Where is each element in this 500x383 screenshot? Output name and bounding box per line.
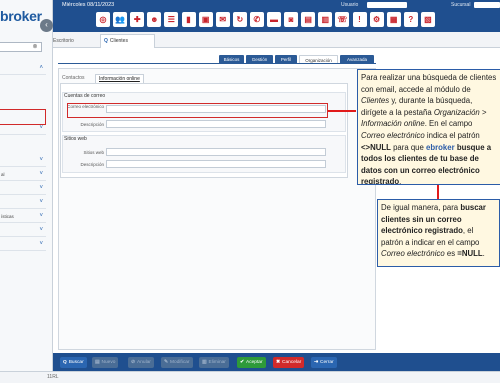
- calendar-icon[interactable]: ▧: [420, 12, 435, 27]
- sidebar-item[interactable]: ísticas ˅: [0, 212, 46, 223]
- mail-icon[interactable]: ✉: [215, 12, 230, 27]
- tasks-icon[interactable]: ☰: [164, 12, 179, 27]
- divider: [58, 63, 376, 64]
- document-icon[interactable]: ▤: [301, 12, 316, 27]
- new-button[interactable]: ▤ Nuevo: [92, 357, 119, 368]
- exit-icon: ⇥: [314, 360, 319, 365]
- message-icon[interactable]: ✆: [249, 12, 264, 27]
- current-date: Miércoles 08/11/2023: [62, 2, 115, 8]
- callout-connector: [437, 185, 439, 199]
- web-description-field[interactable]: [106, 160, 326, 168]
- chevron-down-icon: ˅: [39, 185, 43, 191]
- chevron-down-icon: ˅: [39, 171, 43, 177]
- tab-contactos[interactable]: Contactos: [62, 75, 85, 81]
- user-group-icon[interactable]: ☻: [147, 12, 162, 27]
- chevron-down-icon: ˅: [39, 157, 43, 163]
- delete-icon: ▥: [202, 360, 207, 365]
- status-bar: [0, 371, 500, 383]
- help-callout: Para realizar una búsqueda de clientes c…: [357, 69, 500, 185]
- sidebar-item[interactable]: ˅: [0, 184, 46, 195]
- alert-icon[interactable]: !: [352, 12, 367, 27]
- search-icon: Q: [104, 38, 108, 44]
- refresh-icon[interactable]: ↻: [232, 12, 247, 27]
- cancel-icon: ⊘: [131, 360, 136, 365]
- x-icon: ✖: [276, 360, 281, 365]
- chevron-down-icon: ˅: [39, 213, 43, 219]
- cancel-button[interactable]: ✖ Cancelar: [273, 357, 305, 368]
- sites-field[interactable]: [106, 148, 326, 156]
- inbox-icon[interactable]: ▣: [198, 12, 213, 27]
- sidebar-item[interactable]: ˄: [0, 64, 46, 75]
- edit-icon: ✎: [164, 360, 169, 365]
- delete-button[interactable]: ▥ Eliminar: [199, 357, 229, 368]
- report-icon[interactable]: ▥: [318, 12, 333, 27]
- modify-button[interactable]: ✎ Modificar: [161, 357, 193, 368]
- check-icon: ✔: [240, 360, 245, 365]
- target-icon[interactable]: ◎: [96, 12, 110, 27]
- accept-button[interactable]: ✔ Aceptar: [237, 357, 266, 368]
- users-icon[interactable]: 👥: [113, 12, 128, 27]
- chevron-down-icon: ˅: [39, 227, 43, 233]
- settings-icon[interactable]: ⚙: [369, 12, 384, 27]
- user-field[interactable]: [367, 2, 407, 8]
- help-callout-null: De igual manera, para buscar clientes si…: [377, 199, 500, 267]
- sidebar-item[interactable]: ˅: [0, 240, 46, 251]
- sidebar-item[interactable]: al ˅: [0, 170, 46, 181]
- sidebar-item-clientes-highlight[interactable]: [0, 109, 46, 125]
- sidebar-item[interactable]: ˅: [0, 198, 46, 209]
- new-icon: ▤: [95, 360, 100, 365]
- sidebar-item[interactable]: ˅: [0, 226, 46, 237]
- tab-clientes[interactable]: Q Clientes: [100, 34, 155, 48]
- chevron-down-icon: ˅: [39, 199, 43, 205]
- sites-label: Sitios web: [83, 150, 104, 155]
- search-icon: Q: [63, 360, 67, 365]
- tab-informacion-online[interactable]: Información online: [95, 74, 144, 83]
- email-group-title: Cuentas de correo: [64, 93, 106, 99]
- callout-connector: [328, 110, 356, 112]
- chevron-down-icon: ˅: [39, 241, 43, 247]
- email-field-highlight: [67, 103, 328, 118]
- web-description-label: Descripción: [80, 162, 104, 167]
- chevron-up-icon: ˄: [39, 65, 43, 71]
- grid-icon[interactable]: ▦: [386, 12, 401, 27]
- email-description-label: Descripción: [80, 122, 104, 127]
- sidebar-item[interactable]: ˅: [0, 156, 46, 167]
- collapse-sidebar-button[interactable]: ‹: [40, 19, 53, 32]
- clear-search-icon[interactable]: ⊗: [31, 43, 39, 51]
- web-group-title: Sitios web: [64, 136, 87, 142]
- user-label: Usuario: [341, 2, 359, 8]
- chevron-down-icon: ˅: [39, 125, 43, 131]
- user-add-icon[interactable]: ✚: [130, 12, 145, 27]
- branch-label: Sucursal: [451, 2, 471, 8]
- status-text: 11RL: [47, 374, 59, 380]
- search-button[interactable]: Q Buscar: [60, 357, 87, 368]
- phone-icon[interactable]: ☏: [335, 12, 350, 27]
- close-button[interactable]: ⇥ Cerrar: [311, 357, 337, 368]
- void-button[interactable]: ⊘ Anular: [128, 357, 154, 368]
- sidebar-item[interactable]: ˅: [0, 124, 46, 135]
- help-icon[interactable]: ?: [403, 12, 418, 27]
- email-description-field[interactable]: [106, 120, 326, 128]
- cart-icon[interactable]: ◙: [284, 12, 299, 27]
- chart-icon[interactable]: ▮: [181, 12, 196, 27]
- branch-field[interactable]: [474, 2, 500, 8]
- tab-escritorio[interactable]: Escritorio: [53, 36, 97, 48]
- folder-icon[interactable]: ▬: [267, 12, 281, 27]
